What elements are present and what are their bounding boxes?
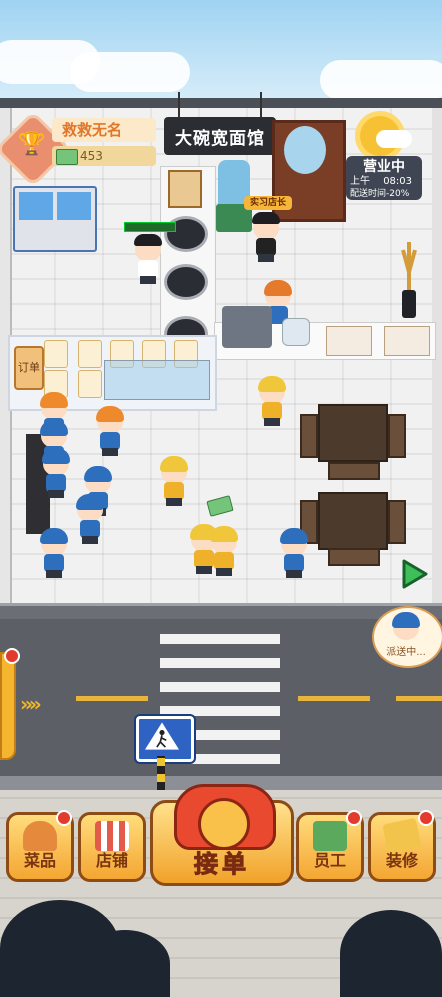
bench bbox=[328, 548, 380, 566]
foliage bbox=[80, 930, 170, 997]
wheat-vase-decoration bbox=[401, 242, 417, 318]
sign-wire bbox=[260, 92, 262, 118]
delivery-bonus: 配送时间-20% bbox=[350, 189, 410, 199]
cooking-pot[interactable] bbox=[164, 264, 208, 300]
notification-dot bbox=[4, 648, 20, 664]
delivery-rider[interactable] bbox=[76, 494, 104, 544]
sign-wire bbox=[178, 92, 180, 118]
decorate-label: 装修 bbox=[385, 851, 418, 870]
zebra-stripe bbox=[160, 658, 280, 668]
cap bbox=[40, 420, 68, 436]
legs bbox=[286, 570, 302, 578]
intern-manager-badge: 实习店长 bbox=[244, 196, 292, 210]
shop-name-sign: 大碗宽面馆 bbox=[164, 117, 276, 155]
customer[interactable] bbox=[258, 376, 286, 426]
legs bbox=[102, 448, 118, 456]
legs bbox=[46, 570, 62, 578]
fridge bbox=[13, 186, 97, 252]
chair bbox=[388, 500, 406, 544]
cloud-icon bbox=[376, 130, 412, 148]
play-icon[interactable] bbox=[400, 558, 428, 590]
lane-marking bbox=[298, 696, 370, 701]
cap bbox=[96, 406, 124, 422]
dishes-label: 菜品 bbox=[23, 851, 56, 870]
menu-board bbox=[326, 326, 372, 356]
delivery-rider[interactable] bbox=[40, 528, 68, 578]
cap bbox=[210, 526, 238, 542]
cash-register[interactable] bbox=[222, 306, 272, 348]
zebra-stripe bbox=[160, 634, 280, 644]
staff-label: 员工 bbox=[313, 851, 346, 870]
notification-dot bbox=[418, 810, 434, 826]
manager-hair bbox=[252, 212, 280, 224]
zebra-stripe bbox=[160, 682, 280, 692]
cap bbox=[84, 466, 112, 482]
lane-marking bbox=[76, 696, 148, 701]
customer[interactable] bbox=[96, 406, 124, 456]
cap bbox=[392, 612, 420, 628]
manager-legs bbox=[258, 254, 274, 262]
player-name[interactable]: 救救无名 bbox=[52, 118, 156, 142]
chef-legs bbox=[140, 276, 156, 284]
noodle-order-card[interactable] bbox=[78, 370, 102, 398]
cap bbox=[280, 528, 308, 544]
order-tag[interactable]: 订单 bbox=[14, 346, 44, 390]
cloud bbox=[320, 60, 442, 100]
cooking-progress-bar bbox=[124, 222, 176, 232]
cash-icon bbox=[56, 149, 78, 165]
customer[interactable] bbox=[160, 456, 188, 506]
cap bbox=[40, 392, 68, 408]
noodle-order-card[interactable] bbox=[78, 340, 102, 368]
phone-dial bbox=[198, 798, 250, 850]
fridge-glass bbox=[57, 192, 91, 220]
noodle-order-card[interactable] bbox=[44, 340, 68, 368]
rider-avatar bbox=[392, 612, 420, 642]
notification-dot bbox=[56, 810, 72, 826]
cashier-cap bbox=[264, 280, 292, 296]
legs bbox=[166, 498, 182, 506]
clock-display: 上午 08:03 bbox=[350, 172, 420, 187]
accept-order-label: 接单 bbox=[194, 850, 250, 879]
cap bbox=[76, 494, 104, 510]
lane-marking bbox=[396, 696, 442, 701]
zebra-stripe bbox=[160, 706, 280, 716]
legs bbox=[48, 490, 64, 498]
delivery-rider[interactable] bbox=[280, 528, 308, 578]
delivery-status-text: 派送中... bbox=[386, 647, 426, 658]
foliage bbox=[340, 910, 442, 997]
legs bbox=[216, 568, 232, 576]
trophy-icon: 🏆 bbox=[18, 132, 46, 157]
cap bbox=[258, 376, 286, 392]
chair bbox=[388, 414, 406, 458]
pedestrian-crossing-icon bbox=[136, 716, 194, 762]
fridge-glass bbox=[19, 192, 53, 220]
shop-label: 店铺 bbox=[95, 851, 128, 870]
cutting-board bbox=[168, 170, 202, 208]
chair bbox=[300, 414, 318, 458]
shop-button[interactable]: 店铺 bbox=[78, 812, 146, 882]
notification-dot bbox=[346, 810, 362, 826]
chef-hair bbox=[134, 234, 162, 246]
menu-board bbox=[384, 326, 430, 356]
dining-table[interactable] bbox=[318, 492, 388, 550]
chef[interactable] bbox=[134, 234, 162, 284]
cap bbox=[42, 448, 70, 464]
door-window bbox=[284, 126, 326, 174]
glass-display-case bbox=[104, 360, 210, 400]
side-drawer-button[interactable] bbox=[0, 652, 16, 760]
crossing-glyph bbox=[145, 722, 179, 750]
takeout-bag bbox=[282, 318, 310, 346]
legs bbox=[264, 418, 280, 426]
dining-table[interactable] bbox=[318, 404, 388, 462]
bench bbox=[328, 462, 380, 480]
business-status-panel[interactable]: 营业中 上午 08:03 配送时间-20% bbox=[346, 156, 422, 200]
customer[interactable] bbox=[42, 448, 70, 498]
cap bbox=[160, 456, 188, 472]
customer[interactable] bbox=[210, 526, 238, 576]
direction-arrows-icon: »» bbox=[20, 692, 42, 716]
legs bbox=[82, 536, 98, 544]
manager[interactable] bbox=[252, 212, 280, 262]
cap bbox=[40, 528, 68, 544]
cloud bbox=[70, 52, 190, 92]
